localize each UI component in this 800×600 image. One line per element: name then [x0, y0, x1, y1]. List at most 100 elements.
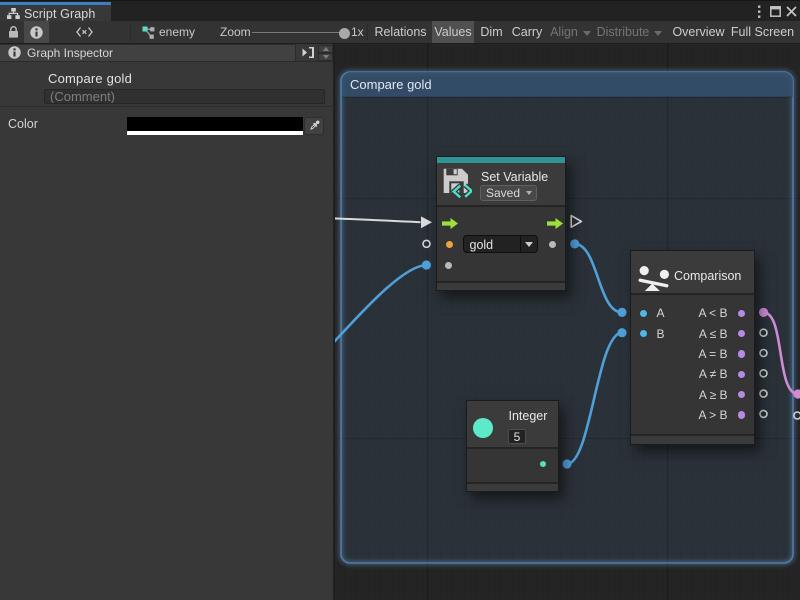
kebab-menu-icon — [757, 5, 761, 19]
comment-input[interactable] — [44, 89, 325, 104]
node-integer[interactable]: Integer 5 — [466, 400, 559, 492]
code-icon — [76, 27, 93, 37]
variable-kind-dropdown[interactable]: Saved — [480, 185, 537, 201]
node-title: Set Variable — [481, 170, 548, 184]
toolbar-button-overview[interactable]: Overview — [671, 21, 726, 43]
dock-panel-icon[interactable] — [302, 47, 314, 58]
zoom-slider[interactable] — [252, 32, 345, 33]
node-footer — [467, 482, 558, 492]
graph-owner[interactable]: enemy — [142, 21, 195, 43]
graph-toolbar: enemy Zoom 1x Relations Values Dim Carry… — [0, 21, 800, 44]
info-icon — [8, 46, 21, 59]
divider — [0, 106, 335, 107]
node-title: Comparison — [674, 269, 741, 283]
toolbar-button-fullscreen[interactable]: Full Screen — [729, 21, 796, 43]
port-setvar-output[interactable] — [549, 241, 556, 248]
zoom-value: 1x — [351, 21, 364, 43]
edit-source-button[interactable] — [76, 21, 93, 43]
integer-literal-icon — [473, 418, 493, 438]
variable-kind-label: Saved — [486, 186, 520, 200]
port-dot-altb[interactable] — [759, 308, 768, 317]
toolbar-button-values[interactable]: Values — [432, 21, 474, 43]
inspector-toggle-button[interactable] — [24, 21, 49, 43]
comparison-icon — [638, 263, 671, 293]
integer-value-label: 5 — [514, 430, 521, 444]
port-altb[interactable] — [738, 310, 745, 317]
toolbar-button-carry[interactable]: Carry — [509, 21, 545, 43]
toolbar-button-label: Relations — [374, 25, 426, 39]
port-aneb[interactable] — [738, 371, 745, 378]
port-a[interactable] — [640, 310, 647, 317]
toolbar-button-align[interactable]: Align — [549, 21, 592, 43]
port-label-aeqb: A = B — [698, 347, 727, 361]
inspector-header-box[interactable]: Graph Inspector — [0, 44, 296, 62]
toolbar-separator — [130, 24, 131, 41]
close-button[interactable] — [785, 1, 797, 22]
toolbar-separator — [367, 24, 368, 41]
port-label-agtb: A > B — [698, 408, 727, 422]
node-footer — [437, 281, 565, 291]
port-setvar-fallback[interactable] — [445, 262, 452, 269]
port-dot-setvar-out[interactable] — [570, 239, 579, 248]
color-swatch[interactable] — [127, 117, 303, 135]
set-variable-icon — [443, 167, 472, 198]
triangle-up-icon — [323, 47, 329, 51]
tab-bar: Script Graph — [0, 0, 800, 21]
toolbar-button-label: Overview — [672, 25, 724, 39]
color-label: Color — [8, 117, 38, 131]
node-set-variable[interactable]: Set Variable Saved gold — [436, 156, 566, 291]
port-integer-output[interactable] — [540, 461, 546, 467]
inspector-header-label: Graph Inspector — [27, 46, 113, 60]
port-b[interactable] — [640, 330, 647, 337]
toolbar-button-label: Dim — [480, 25, 502, 39]
port-label-altb: A < B — [698, 306, 727, 320]
control-out-port[interactable] — [547, 218, 563, 229]
port-dot-setvar-value[interactable] — [422, 260, 431, 269]
chevron-down-icon — [583, 31, 591, 36]
toolbar-button-distribute[interactable]: Distribute — [595, 21, 664, 43]
group-title[interactable]: Compare gold — [350, 77, 432, 92]
port-ageb[interactable] — [738, 391, 745, 398]
variable-name-dropdown[interactable]: gold — [463, 235, 539, 253]
zoom-label: Zoom — [220, 21, 251, 43]
window-menu-button[interactable] — [754, 1, 764, 22]
scroll-up-button[interactable] — [318, 45, 333, 53]
script-graph-icon — [7, 8, 20, 19]
port-aeqb[interactable] — [738, 350, 745, 357]
variable-name-label: gold — [470, 238, 494, 252]
port-agtb[interactable] — [738, 411, 745, 418]
toolbar-button-dim[interactable]: Dim — [477, 21, 506, 43]
eyedropper-button[interactable] — [304, 117, 324, 135]
graph-canvas[interactable]: Compare gold Set Variable Saved — [335, 44, 800, 600]
graph-inspector-panel: Graph Inspector Compare gold Color — [0, 44, 335, 600]
lock-button[interactable] — [8, 21, 19, 43]
tab-script-graph[interactable]: Script Graph — [0, 2, 111, 22]
port-dot-integer-out[interactable] — [562, 459, 571, 468]
inspector-header: Graph Inspector — [0, 44, 333, 62]
triangle-down-icon — [323, 55, 329, 59]
toolbar-button-label: Values — [434, 25, 471, 39]
node-title: Integer — [509, 409, 548, 423]
integer-value-input[interactable]: 5 — [508, 429, 526, 444]
port-dot-comparison-a[interactable] — [617, 308, 626, 317]
maximize-button[interactable] — [770, 1, 782, 22]
chevron-down-icon — [654, 31, 662, 36]
port-aleb[interactable] — [738, 330, 745, 337]
scroll-down-button[interactable] — [318, 53, 333, 61]
graph-title: Compare gold — [48, 71, 132, 86]
toolbar-button-label: Distribute — [597, 25, 650, 39]
script-graph-window: Script Graph — [0, 0, 800, 600]
zoom-slider-handle[interactable] — [339, 28, 350, 39]
maximize-icon — [770, 6, 781, 17]
close-icon — [786, 6, 797, 17]
node-comparison[interactable]: Comparison A B A < B A ≤ B A = B A ≠ B A… — [630, 250, 755, 445]
toolbar-button-relations[interactable]: Relations — [371, 21, 430, 43]
tab-label: Script Graph — [24, 7, 95, 21]
toolbar-button-label: Align — [550, 25, 578, 39]
port-variable-name[interactable] — [446, 241, 453, 248]
lock-icon — [8, 26, 19, 38]
divider — [520, 236, 521, 252]
chevron-down-icon — [525, 242, 533, 247]
port-dot-comparison-b[interactable] — [617, 328, 626, 337]
control-in-port[interactable] — [442, 218, 458, 229]
